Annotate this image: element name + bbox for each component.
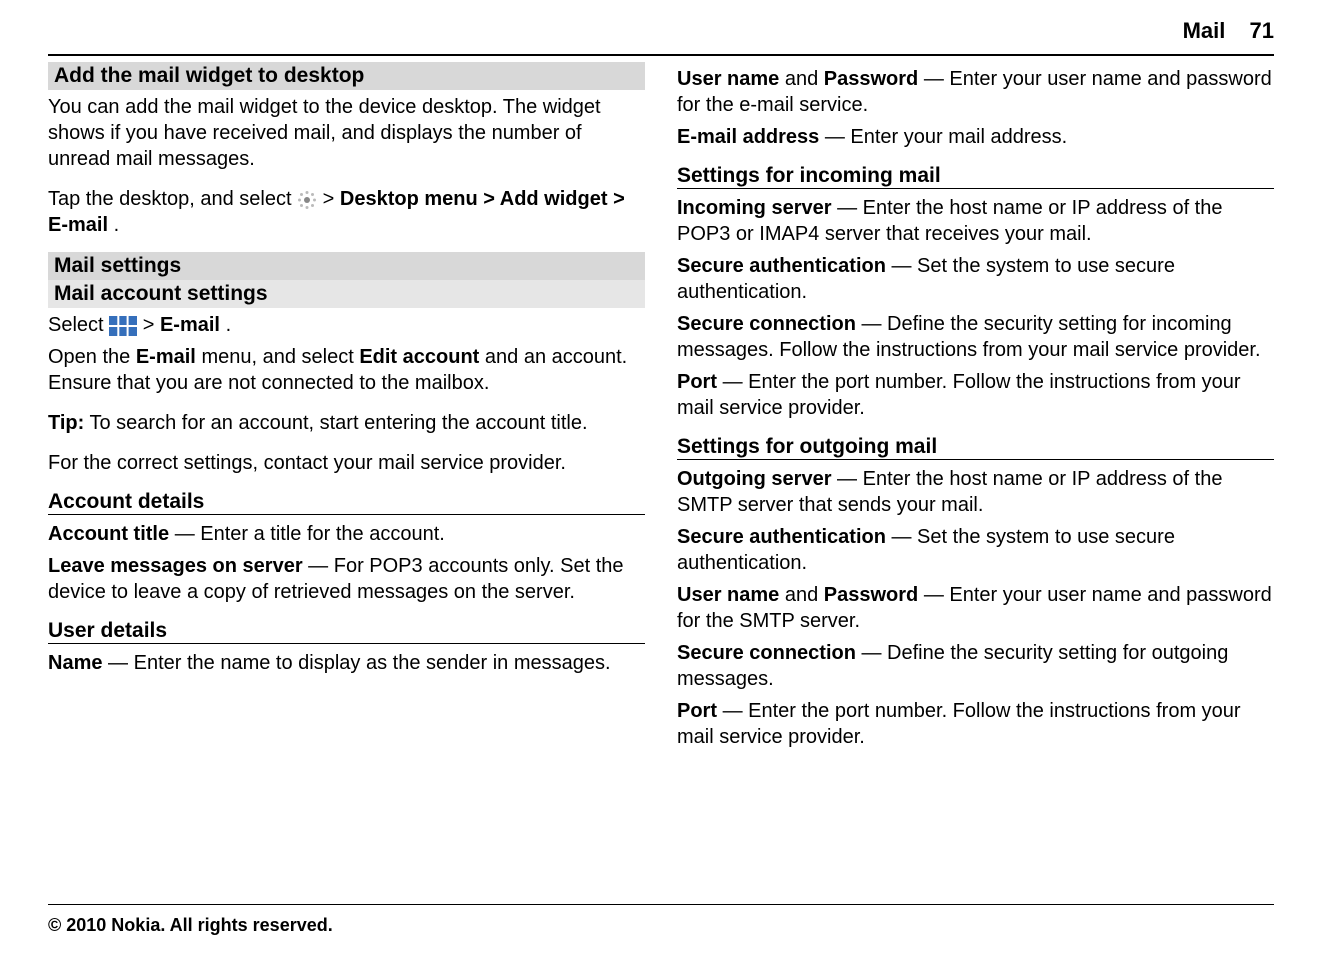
content-columns: Add the mail widget to desktop You can a… <box>48 62 1274 904</box>
text: > <box>143 314 160 336</box>
menu-desktop: Desktop menu <box>340 188 478 210</box>
label-password-out: Password <box>824 584 918 606</box>
page-footer: © 2010 Nokia. All rights reserved. <box>48 904 1274 954</box>
right-column: User name and Password — Enter your user… <box>677 62 1274 904</box>
text: Tap the desktop, and select <box>48 188 297 210</box>
label-account-title: Account title <box>48 523 169 545</box>
label-secure-auth: Secure authentication <box>677 255 886 277</box>
text: — Enter the name to display as the sende… <box>108 652 611 674</box>
header-rule <box>48 54 1274 56</box>
paragraph: Secure authentication — Set the system t… <box>677 524 1274 576</box>
page-header: Mail 71 <box>48 0 1274 54</box>
left-column: Add the mail widget to desktop You can a… <box>48 62 645 904</box>
menu-grid-icon <box>109 316 137 336</box>
paragraph: User name and Password — Enter your user… <box>677 66 1274 118</box>
text: > <box>483 188 500 210</box>
text: and <box>785 584 824 606</box>
text: To search for an account, start entering… <box>90 412 588 434</box>
page-number: 71 <box>1250 18 1274 43</box>
text: Select <box>48 314 109 336</box>
label-password: Password <box>824 68 918 90</box>
paragraph: Secure authentication — Set the system t… <box>677 253 1274 305</box>
label-username: User name <box>677 68 779 90</box>
text: . <box>226 314 232 336</box>
header-title: Mail <box>1183 18 1226 43</box>
menu-email: E-mail <box>136 346 196 368</box>
label-name: Name <box>48 652 102 674</box>
tip-label: Tip: <box>48 412 84 434</box>
paragraph: You can add the mail widget to the devic… <box>48 94 645 172</box>
menu-email: E-mail <box>48 214 108 236</box>
label-outgoing-server: Outgoing server <box>677 468 831 490</box>
gear-icon <box>297 190 317 210</box>
text: menu, and select <box>201 346 359 368</box>
text: — Enter your mail address. <box>825 126 1067 148</box>
paragraph: Incoming server — Enter the host name or… <box>677 195 1274 247</box>
paragraph: Open the E-mail menu, and select Edit ac… <box>48 344 645 396</box>
paragraph: Secure connection — Define the security … <box>677 311 1274 363</box>
text: > <box>323 188 340 210</box>
label-secure-conn-out: Secure connection <box>677 642 856 664</box>
paragraph: Port — Enter the port number. Follow the… <box>677 698 1274 750</box>
heading-incoming: Settings for incoming mail <box>677 164 1274 189</box>
text: > <box>613 188 625 210</box>
text: Open the <box>48 346 136 368</box>
heading-mail-account-settings: Mail account settings <box>48 280 645 308</box>
text: — Enter the port number. Follow the inst… <box>677 371 1241 419</box>
paragraph: Secure connection — Define the security … <box>677 640 1274 692</box>
text: — Enter the port number. Follow the inst… <box>677 700 1241 748</box>
paragraph: For the correct settings, contact your m… <box>48 450 645 476</box>
label-username-out: User name <box>677 584 779 606</box>
label-email-address: E-mail address <box>677 126 819 148</box>
label-secure-conn: Secure connection <box>677 313 856 335</box>
paragraph: Name — Enter the name to display as the … <box>48 650 645 676</box>
menu-add-widget: Add widget <box>500 188 608 210</box>
heading-user-details: User details <box>48 619 645 644</box>
text: — Enter a title for the account. <box>175 523 445 545</box>
paragraph: Tap the desktop, and select > Desktop me… <box>48 186 645 238</box>
paragraph: Account title — Enter a title for the ac… <box>48 521 645 547</box>
paragraph: Select > E-mail . <box>48 312 645 338</box>
text: and <box>785 68 824 90</box>
heading-outgoing: Settings for outgoing mail <box>677 435 1274 460</box>
label-port: Port <box>677 371 717 393</box>
paragraph: User name and Password — Enter your user… <box>677 582 1274 634</box>
label-secure-auth-out: Secure authentication <box>677 526 886 548</box>
menu-edit-account: Edit account <box>359 346 479 368</box>
label-leave-on-server: Leave messages on server <box>48 555 303 577</box>
label-port-out: Port <box>677 700 717 722</box>
paragraph: Leave messages on server — For POP3 acco… <box>48 553 645 605</box>
menu-email: E-mail <box>160 314 220 336</box>
text: . <box>114 214 120 236</box>
paragraph: Tip: To search for an account, start ent… <box>48 410 645 436</box>
heading-account-details: Account details <box>48 490 645 515</box>
label-incoming-server: Incoming server <box>677 197 832 219</box>
paragraph: Outgoing server — Enter the host name or… <box>677 466 1274 518</box>
paragraph: E-mail address — Enter your mail address… <box>677 124 1274 150</box>
heading-mail-settings: Mail settings <box>48 252 645 280</box>
paragraph: Port — Enter the port number. Follow the… <box>677 369 1274 421</box>
heading-add-widget: Add the mail widget to desktop <box>48 62 645 90</box>
